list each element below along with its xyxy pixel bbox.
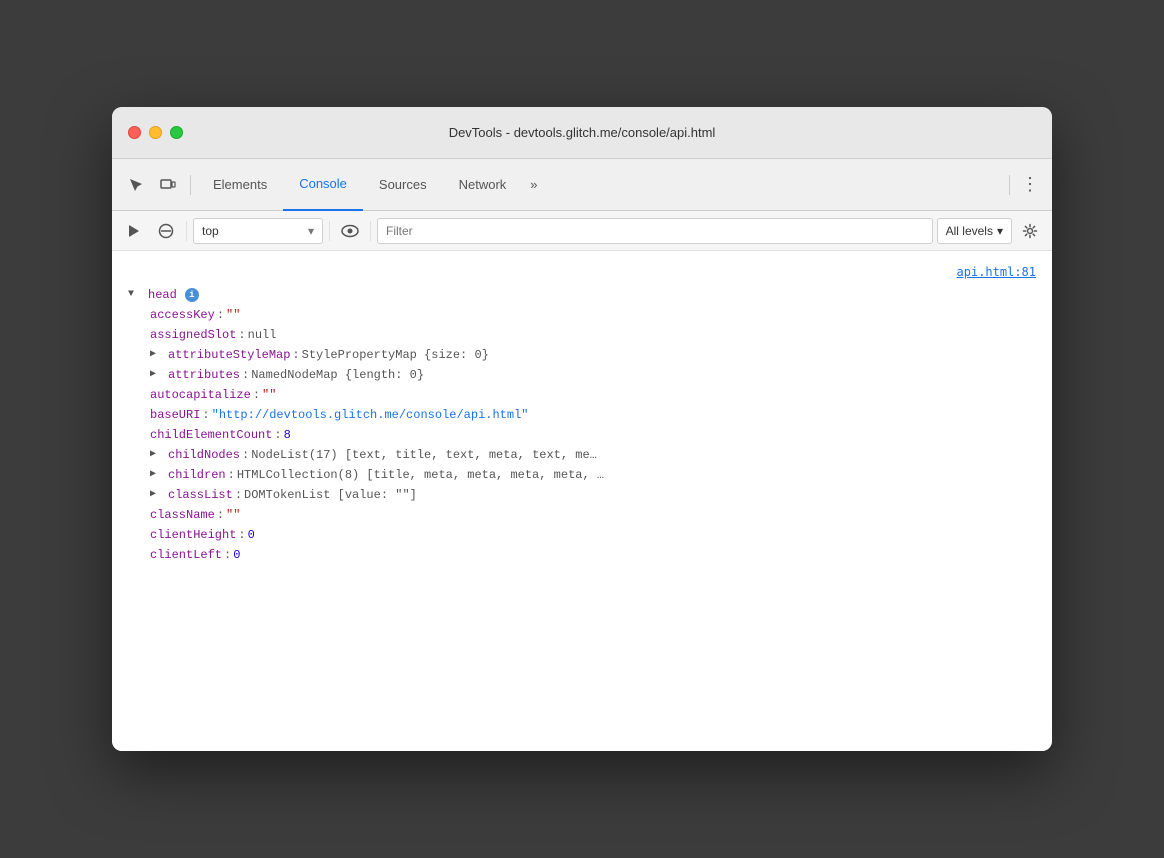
prop-key: children: [168, 466, 226, 484]
head-toggle-arrow[interactable]: ▼: [128, 286, 142, 304]
console-output: api.html:81 ▼ head i accessKey : "" assi…: [112, 251, 1052, 751]
expand-arrow[interactable]: ▶: [150, 366, 164, 384]
prop-key: classList: [168, 486, 233, 504]
list-item: childElementCount : 8: [112, 425, 1052, 445]
prop-value: NamedNodeMap {length: 0}: [251, 366, 424, 384]
prop-key: baseURI: [150, 406, 200, 424]
context-select-arrow-icon: ▾: [308, 224, 314, 238]
execute-script-button[interactable]: [120, 217, 148, 245]
info-icon[interactable]: i: [185, 288, 199, 302]
filter-input[interactable]: [377, 218, 933, 244]
tab-sources[interactable]: Sources: [363, 159, 443, 211]
tab-console[interactable]: Console: [283, 159, 363, 211]
prop-key: childNodes: [168, 446, 240, 464]
context-select[interactable]: top ▾: [193, 218, 323, 244]
toolbar-sep-3: [370, 221, 371, 241]
prop-key: attributeStyleMap: [168, 346, 290, 364]
more-tabs-button[interactable]: »: [522, 159, 545, 211]
toolbar-sep-1: [186, 221, 187, 241]
prop-key: attributes: [168, 366, 240, 384]
devtools-window: DevTools - devtools.glitch.me/console/ap…: [112, 107, 1052, 751]
prop-value: "": [262, 386, 276, 404]
window-title: DevTools - devtools.glitch.me/console/ap…: [449, 125, 716, 140]
tabs-right-area: ⋮: [1003, 171, 1044, 199]
prop-key: autocapitalize: [150, 386, 251, 404]
console-toolbar: top ▾ All levels ▾: [112, 211, 1052, 251]
prop-value: 0: [233, 546, 240, 564]
list-item: ▶ children : HTMLCollection(8) [title, m…: [112, 465, 1052, 485]
prop-value: "http://devtools.glitch.me/console/api.h…: [212, 406, 529, 424]
list-item: clientHeight : 0: [112, 525, 1052, 545]
list-item: accessKey : "": [112, 305, 1052, 325]
prop-key: clientHeight: [150, 526, 236, 544]
list-item: assignedSlot : null: [112, 325, 1052, 345]
expand-arrow[interactable]: ▶: [150, 486, 164, 504]
close-button[interactable]: [128, 126, 141, 139]
prop-value: StylePropertyMap {size: 0}: [302, 346, 489, 364]
list-item: ▶ childNodes : NodeList(17) [text, title…: [112, 445, 1052, 465]
eye-icon: [341, 224, 359, 238]
tab-network[interactable]: Network: [443, 159, 523, 211]
head-row: ▼ head i: [112, 285, 1052, 305]
prop-key: clientLeft: [150, 546, 222, 564]
tab-separator-1: [190, 175, 191, 195]
tab-elements[interactable]: Elements: [197, 159, 283, 211]
devtools-tab-bar: Elements Console Sources Network » ⋮: [112, 159, 1052, 211]
list-item: autocapitalize : "": [112, 385, 1052, 405]
gear-icon: [1022, 223, 1038, 239]
prop-key: accessKey: [150, 306, 215, 324]
list-item: ▶ attributes : NamedNodeMap {length: 0}: [112, 365, 1052, 385]
device-toolbar-button[interactable]: [152, 169, 184, 201]
live-expressions-button[interactable]: [336, 217, 364, 245]
device-icon: [160, 177, 176, 193]
levels-arrow-icon: ▾: [997, 224, 1003, 238]
prop-value: "": [226, 306, 240, 324]
cursor-icon: [128, 177, 144, 193]
prop-value: DOMTokenList [value: ""]: [244, 486, 417, 504]
cursor-icon-button[interactable]: [120, 169, 152, 201]
prop-value: 8: [284, 426, 291, 444]
maximize-button[interactable]: [170, 126, 183, 139]
prop-value: null: [248, 326, 277, 344]
list-item: ▶ attributeStyleMap : StylePropertyMap {…: [112, 345, 1052, 365]
prop-value: HTMLCollection(8) [title, meta, meta, me…: [237, 466, 604, 484]
list-item: className : "": [112, 505, 1052, 525]
clear-console-button[interactable]: [152, 217, 180, 245]
execute-icon: [127, 224, 141, 238]
settings-button[interactable]: [1016, 217, 1044, 245]
list-item: baseURI : "http://devtools.glitch.me/con…: [112, 405, 1052, 425]
tab-separator-2: [1009, 175, 1010, 195]
no-entry-icon: [158, 223, 174, 239]
prop-key: childElementCount: [150, 426, 272, 444]
prop-key: className: [150, 506, 215, 524]
toolbar-sep-2: [329, 221, 330, 241]
prop-key: assignedSlot: [150, 326, 236, 344]
expand-arrow[interactable]: ▶: [150, 466, 164, 484]
list-item: ▶ classList : DOMTokenList [value: ""]: [112, 485, 1052, 505]
minimize-button[interactable]: [149, 126, 162, 139]
expand-arrow[interactable]: ▶: [150, 446, 164, 464]
expand-arrow[interactable]: ▶: [150, 346, 164, 364]
list-item: clientLeft : 0: [112, 545, 1052, 565]
traffic-lights: [128, 126, 183, 139]
titlebar: DevTools - devtools.glitch.me/console/ap…: [112, 107, 1052, 159]
log-level-select[interactable]: All levels ▾: [937, 218, 1012, 244]
devtools-menu-button[interactable]: ⋮: [1016, 171, 1044, 199]
prop-value: 0: [248, 526, 255, 544]
prop-value: "": [226, 506, 240, 524]
prop-value: NodeList(17) [text, title, text, meta, t…: [251, 446, 597, 464]
head-key: head: [148, 286, 177, 304]
file-reference[interactable]: api.html:81: [112, 259, 1052, 285]
